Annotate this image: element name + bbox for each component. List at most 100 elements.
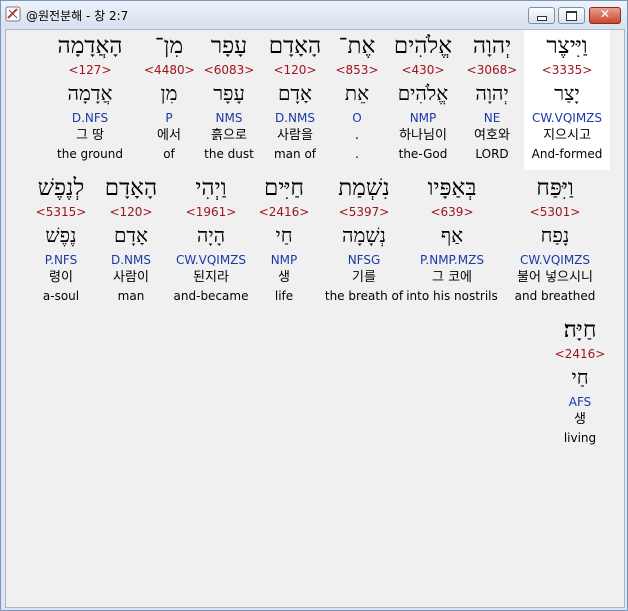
close-button[interactable]: ✕ bbox=[589, 7, 621, 24]
hebrew-lemma: נֶפֶשׁ bbox=[45, 223, 77, 247]
morphology-code: NMP bbox=[409, 111, 437, 125]
hebrew-lemma: יְהוָה bbox=[475, 81, 509, 105]
morphology-code: CW.VQIMZS bbox=[519, 253, 591, 267]
morphology-code: NMS bbox=[215, 111, 243, 125]
morphology-code: D.NMS bbox=[274, 111, 315, 125]
hebrew-word: וַיִּיצֶר bbox=[546, 33, 588, 59]
strong-number: <853> bbox=[335, 63, 379, 77]
word-column[interactable]: אֶת־ <853> אֵת O . . bbox=[334, 30, 380, 170]
hebrew-word: אֶת־ bbox=[338, 33, 376, 59]
english-gloss: man of bbox=[273, 147, 317, 161]
morphology-code: D.NFS bbox=[71, 111, 109, 125]
maximize-button[interactable] bbox=[558, 7, 585, 24]
english-gloss: the breath of bbox=[324, 289, 404, 303]
korean-gloss: . bbox=[354, 128, 360, 143]
word-column[interactable]: הָאֲדָמָה <127> אֲדָמָה D.NFS 그 땅 the gr… bbox=[56, 30, 124, 170]
english-gloss: . bbox=[355, 147, 359, 161]
hebrew-lemma: אָדָם bbox=[277, 81, 313, 105]
english-gloss: And-formed bbox=[531, 147, 603, 161]
window-title: @원전분해 - 창 2:7 bbox=[26, 9, 129, 23]
morphology-code: CW.VQIMZS bbox=[175, 253, 247, 267]
english-gloss: the-God bbox=[398, 147, 448, 161]
english-gloss: and breathed bbox=[514, 289, 596, 303]
maximize-icon bbox=[566, 11, 577, 21]
word-column[interactable]: יְהוָה <3068> יְהוָה NE 여호와 LORD bbox=[464, 30, 520, 170]
hebrew-lemma: מִן bbox=[160, 81, 178, 105]
english-gloss: of bbox=[163, 147, 175, 161]
word-column[interactable]: חַיָּה׃ <2416> חַי AFS 생 living bbox=[552, 314, 608, 454]
parsing-panel: הָאֲדָמָה <127> אֲדָמָה D.NFS 그 땅 the gr… bbox=[5, 29, 625, 608]
word-column[interactable]: לְנֶפֶשׁ <5315> נֶפֶשׁ P.NFS 령이 a-soul bbox=[28, 172, 94, 312]
hebrew-lemma: חַי bbox=[275, 223, 293, 247]
hebrew-lemma: יָצַר bbox=[554, 81, 580, 105]
strong-number: <5397> bbox=[338, 205, 390, 219]
word-column[interactable]: הָאָדָם <120> אָדָם D.NMS 사람을 man of bbox=[262, 30, 328, 170]
word-column[interactable]: מִן־ <4480> מִן P 에서 of bbox=[144, 30, 195, 170]
hebrew-lemma: אַף bbox=[440, 223, 464, 247]
hebrew-word: וַיְהִי bbox=[195, 175, 227, 201]
english-gloss: man bbox=[117, 289, 145, 303]
hebrew-word: אֱלֹהִים bbox=[393, 33, 453, 59]
hebrew-lemma: נָפַח bbox=[540, 223, 570, 247]
hebrew-lemma: הָיָה bbox=[196, 223, 226, 247]
word-column[interactable]: אֱלֹהִים <430> אֱלֹהִים NMP 하나님이 the-God bbox=[386, 30, 460, 170]
strong-number: <430> bbox=[401, 63, 445, 77]
word-column[interactable]: הָאָדָם <120> אָדָם D.NMS 사람이 man bbox=[101, 172, 161, 312]
strong-number: <120> bbox=[273, 63, 317, 77]
hebrew-lemma: אֲדָמָה bbox=[67, 81, 113, 105]
strong-number: <4480> bbox=[144, 63, 195, 77]
minimize-icon bbox=[537, 16, 547, 21]
korean-gloss: 지으시고 bbox=[543, 128, 591, 143]
strong-number: <5301> bbox=[529, 205, 581, 219]
bible-app-icon bbox=[5, 6, 21, 22]
korean-gloss: 흙으로 bbox=[211, 128, 247, 143]
hebrew-word: חַיִּים bbox=[263, 175, 305, 201]
english-gloss: the ground bbox=[57, 147, 123, 161]
korean-gloss: 사람을 bbox=[277, 128, 313, 143]
hebrew-word: הָאֲדָמָה bbox=[57, 33, 123, 59]
hebrew-lemma: אֵת bbox=[344, 81, 370, 105]
strong-number: <127> bbox=[68, 63, 112, 77]
hebrew-lemma: אֱלֹהִים bbox=[397, 81, 449, 105]
korean-gloss: 된지라 bbox=[193, 270, 229, 285]
title-bar: @원전분해 - 창 2:7 ✕ bbox=[1, 1, 627, 28]
korean-gloss: 령이 bbox=[49, 270, 73, 285]
word-column[interactable]: וַיְהִי <1961> הָיָה CW.VQIMZS 된지라 and-b… bbox=[170, 172, 252, 312]
korean-gloss: 기를 bbox=[352, 270, 376, 285]
hebrew-word: הָאָדָם bbox=[104, 175, 158, 201]
strong-number: <3335> bbox=[541, 63, 593, 77]
hebrew-lemma: נְשָׁמָה bbox=[341, 223, 387, 247]
hebrew-word: נִשְׁמַת bbox=[338, 175, 390, 201]
korean-gloss: 그 땅 bbox=[75, 128, 105, 143]
word-column-selected[interactable]: וַיִּיצֶר <3335> יָצַר CW.VQIMZS 지으시고 An… bbox=[524, 30, 610, 170]
strong-number: <6083> bbox=[203, 63, 255, 77]
hebrew-word: הָאָדָם bbox=[268, 33, 322, 59]
word-column[interactable]: חַיִּים <2416> חַי NMP 생 life bbox=[256, 172, 312, 312]
english-gloss: into his nostrils bbox=[406, 289, 498, 303]
korean-gloss: 여호와 bbox=[474, 128, 510, 143]
english-gloss: life bbox=[274, 289, 294, 303]
korean-gloss: 그 코에 bbox=[431, 270, 472, 285]
korean-gloss: 불어 넣으시니 bbox=[517, 270, 593, 285]
hebrew-word: בְּאַפָּיו bbox=[427, 175, 477, 201]
korean-gloss: 생 bbox=[278, 270, 290, 285]
english-gloss: and-became bbox=[173, 289, 249, 303]
hebrew-lemma: אָדָם bbox=[113, 223, 149, 247]
hebrew-word: וַיִּפַּח bbox=[536, 175, 574, 201]
minimize-button[interactable] bbox=[528, 7, 555, 24]
word-column[interactable]: עָפָר <6083> עָפָר NMS 흙으로 the dust bbox=[201, 30, 257, 170]
word-column[interactable]: בְּאַפָּיו <639> אַף P.NMP.MZS 그 코에 into… bbox=[406, 172, 498, 312]
word-column[interactable]: וַיִּפַּח <5301> נָפַח CW.VQIMZS 불어 넣으시니… bbox=[510, 172, 600, 312]
morphology-code: CW.VQIMZS bbox=[531, 111, 603, 125]
english-gloss: a-soul bbox=[42, 289, 80, 303]
morphology-code: P.NFS bbox=[44, 253, 78, 267]
word-column[interactable]: נִשְׁמַת <5397> נְשָׁמָה NFSG 기를 the bre… bbox=[318, 172, 410, 312]
morphology-code: NFSG bbox=[347, 253, 381, 267]
english-gloss: the dust bbox=[204, 147, 254, 161]
close-icon: ✕ bbox=[599, 7, 611, 21]
strong-number: <1961> bbox=[185, 205, 237, 219]
hebrew-lemma: עָפָר bbox=[213, 81, 245, 105]
hebrew-lemma: חַי bbox=[571, 365, 589, 389]
strong-number: <2416> bbox=[554, 347, 606, 361]
strong-number: <2416> bbox=[258, 205, 310, 219]
